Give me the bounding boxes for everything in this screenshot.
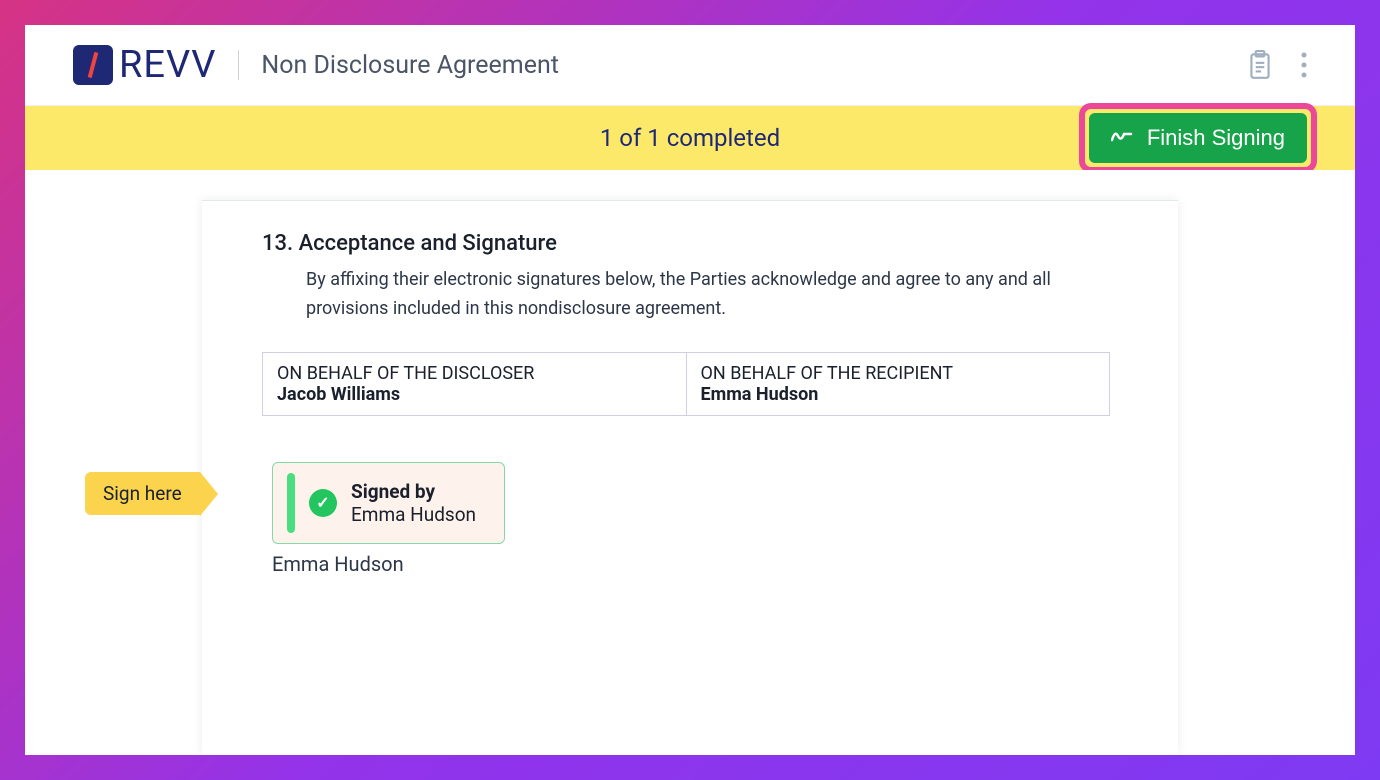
section-title: 13. Acceptance and Signature <box>262 231 1108 256</box>
recipient-label: ON BEHALF OF THE RECIPIENT <box>701 363 1096 384</box>
header-left: REVV Non Disclosure Agreement <box>73 43 559 87</box>
document-title: Non Disclosure Agreement <box>261 51 559 80</box>
recipient-name: Emma Hudson <box>701 384 1096 405</box>
status-bar: 1 of 1 completed Finish Signing <box>25 106 1355 170</box>
clipboard-icon[interactable] <box>1247 50 1273 80</box>
app-container: REVV Non Disclosure Agreement <box>25 25 1355 755</box>
document-page: 13. Acceptance and Signature By affixing… <box>202 200 1178 755</box>
logo[interactable]: REVV <box>73 43 216 87</box>
check-icon: ✓ <box>309 489 337 517</box>
signed-indicator-bar <box>287 473 295 533</box>
discloser-label: ON BEHALF OF THE DISCLOSER <box>277 363 672 384</box>
header-right <box>1247 50 1307 80</box>
header: REVV Non Disclosure Agreement <box>25 25 1355 106</box>
section-body: By affixing their electronic signatures … <box>306 266 1108 324</box>
signed-text: Signed by Emma Hudson <box>351 480 476 526</box>
signed-by-label: Signed by <box>351 480 476 503</box>
discloser-cell: ON BEHALF OF THE DISCLOSER Jacob William… <box>263 352 687 415</box>
status-text: 1 of 1 completed <box>600 124 780 152</box>
logo-mark-icon <box>73 45 113 85</box>
finish-signing-button[interactable]: Finish Signing <box>1089 113 1307 163</box>
document-area: 13. Acceptance and Signature By affixing… <box>25 170 1355 755</box>
signed-by-name: Emma Hudson <box>351 503 476 526</box>
finish-signing-label: Finish Signing <box>1147 125 1285 151</box>
signature-icon <box>1111 127 1133 150</box>
signed-box[interactable]: ✓ Signed by Emma Hudson <box>272 462 505 544</box>
document-content: 13. Acceptance and Signature By affixing… <box>202 200 1178 576</box>
recipient-cell: ON BEHALF OF THE RECIPIENT Emma Hudson <box>686 352 1110 415</box>
signature-area: Sign here ✓ Signed by Emma Hudson Emma H… <box>262 462 1108 576</box>
divider <box>238 50 239 80</box>
discloser-name: Jacob Williams <box>277 384 672 405</box>
more-icon[interactable] <box>1301 52 1307 78</box>
signature-table: ON BEHALF OF THE DISCLOSER Jacob William… <box>262 352 1110 416</box>
sign-here-tag[interactable]: Sign here <box>85 472 200 515</box>
signer-caption: Emma Hudson <box>272 552 1108 576</box>
logo-text: REVV <box>119 43 216 87</box>
finish-button-highlight: Finish Signing <box>1079 103 1317 173</box>
